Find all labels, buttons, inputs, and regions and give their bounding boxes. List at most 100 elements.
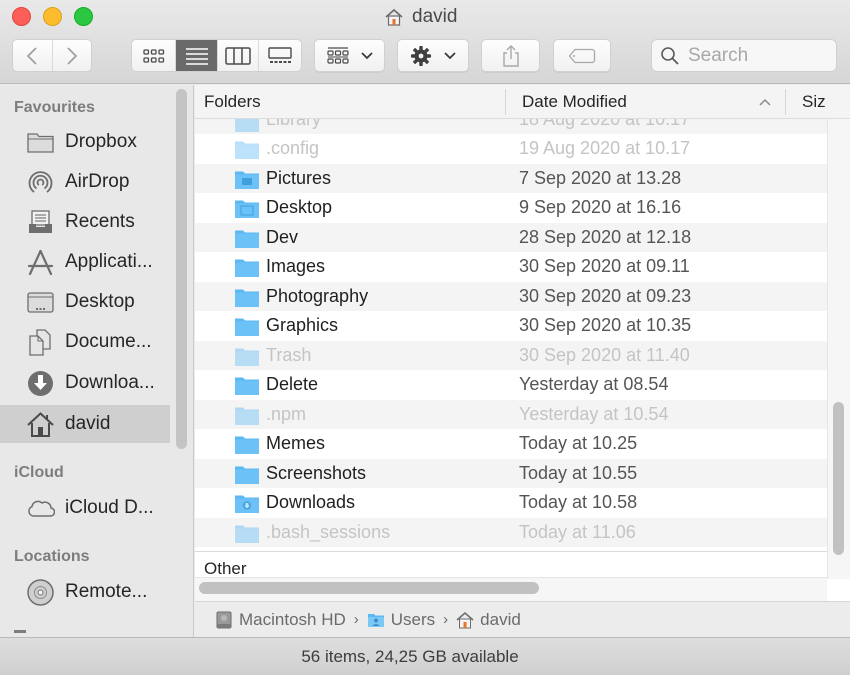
sidebar-item-downloads[interactable]: Downloa...: [0, 364, 170, 402]
folder-row[interactable]: Library 18 Aug 2020 at 10.17: [195, 119, 827, 134]
folder-name: .npm: [266, 403, 307, 424]
sidebar-item-remote-disc[interactable]: Remote...: [0, 573, 170, 611]
folder-row[interactable]: .bash_sessions Today at 11.06: [195, 517, 827, 547]
airdrop-icon: [28, 170, 53, 193]
downloads-folder-icon: [235, 494, 259, 513]
folder-icon: [235, 288, 259, 307]
group-by-button[interactable]: [314, 39, 385, 72]
folder-row[interactable]: Downloads Today at 10.58: [195, 488, 827, 518]
search-input[interactable]: [688, 44, 828, 67]
horizontal-scrollbar-thumb[interactable]: [199, 582, 539, 594]
gallery-view-button[interactable]: [259, 40, 301, 71]
sidebar-item-applications[interactable]: Applicati...: [0, 243, 170, 281]
sidebar-item-label: Dropbox: [65, 131, 137, 152]
users-folder-icon: [367, 613, 384, 627]
folder-row[interactable]: .npm Yesterday at 10.54: [195, 399, 827, 429]
folder-icon: [235, 465, 259, 484]
path-crumb-label: Macintosh HD: [239, 609, 346, 629]
folder-name: Desktop: [266, 197, 333, 218]
column-header-name[interactable]: Folders: [204, 92, 261, 112]
list-icon: [185, 47, 208, 65]
folder-name: Photography: [266, 285, 369, 306]
window-title: david: [384, 5, 457, 29]
sidebar-scrollbar[interactable]: [176, 89, 187, 449]
folder-row[interactable]: Trash 30 Sep 2020 at 11.40: [195, 340, 827, 370]
folder-date-modified: 30 Sep 2020 at 10.35: [519, 315, 692, 336]
column-divider[interactable]: [785, 89, 786, 115]
list-view-button[interactable]: [176, 40, 218, 71]
folder-icon: [235, 406, 259, 425]
sidebar-item-desktop[interactable]: Desktop: [0, 283, 170, 321]
column-header-size[interactable]: Siz: [802, 92, 826, 112]
chevron-up-icon[interactable]: [759, 98, 771, 106]
action-menu-button[interactable]: [397, 39, 469, 72]
folder-row[interactable]: Images 30 Sep 2020 at 09.11: [195, 252, 827, 282]
folder-row[interactable]: Graphics 30 Sep 2020 at 10.35: [195, 311, 827, 341]
folder-row[interactable]: Dev 28 Sep 2020 at 12.18: [195, 222, 827, 252]
folder-icon: [27, 132, 54, 153]
folder-date-modified: Yesterday at 10.54: [519, 403, 669, 424]
folder-icon: [235, 376, 259, 395]
column-divider[interactable]: [505, 89, 506, 115]
sidebar-item-recents[interactable]: Recents: [0, 203, 170, 241]
sidebar-heading-icloud: iCloud: [14, 464, 64, 481]
path-crumb-david[interactable]: david: [456, 610, 521, 630]
status-bar: 56 items, 24,25 GB available: [0, 637, 850, 675]
sidebar-heading-favourites: Favourites: [14, 99, 95, 116]
sidebar-item-dropbox[interactable]: Dropbox: [0, 123, 170, 161]
folder-name: Graphics: [266, 315, 339, 336]
vertical-scrollbar-thumb[interactable]: [833, 402, 844, 555]
icon-view-button[interactable]: [132, 40, 177, 71]
folder-icon: [235, 435, 259, 454]
path-crumb-macintosh-hd[interactable]: Macintosh HD: [215, 610, 346, 630]
path-crumb-label: david: [480, 609, 521, 629]
folder-name: Library: [266, 119, 322, 129]
folder-icon: [235, 258, 259, 277]
group-separator: [195, 551, 827, 552]
zoom-window-button[interactable]: [74, 7, 93, 26]
sidebar-item-label: iCloud D...: [65, 497, 154, 518]
sidebar-item-airdrop[interactable]: AirDrop: [0, 163, 170, 201]
path-crumb-label: Users: [390, 609, 436, 629]
sidebar: Favourites Dropbox AirDrop Recents Appli…: [0, 85, 194, 637]
search-field[interactable]: [651, 39, 837, 72]
folder-row[interactable]: .config 19 Aug 2020 at 10.17: [195, 134, 827, 164]
folder-icon: [235, 229, 259, 248]
path-bar: Macintosh HD › Users › david: [195, 601, 850, 637]
tag-button[interactable]: [553, 39, 611, 72]
sidebar-item-label: AirDrop: [65, 171, 130, 192]
column-header-date-modified[interactable]: Date Modified: [522, 92, 627, 112]
folder-row[interactable]: Memes Today at 10.25: [195, 429, 827, 459]
gallery-icon: [268, 46, 292, 63]
folder-row[interactable]: Delete Yesterday at 08.54: [195, 370, 827, 400]
pictures-folder-icon: [235, 170, 259, 189]
folder-date-modified: 30 Sep 2020 at 09.23: [519, 285, 692, 306]
forward-button[interactable]: [53, 40, 92, 71]
group-grid-icon: [326, 46, 349, 64]
folder-row[interactable]: Screenshots Today at 10.55: [195, 458, 827, 488]
folder-date-modified: Today at 10.55: [519, 462, 638, 483]
close-window-button[interactable]: [12, 7, 31, 26]
folder-date-modified: 30 Sep 2020 at 09.11: [519, 256, 690, 277]
sidebar-item-david[interactable]: david: [0, 405, 170, 443]
folder-date-modified: 30 Sep 2020 at 11.40: [519, 344, 690, 365]
path-crumb-users[interactable]: Users: [367, 610, 435, 630]
sidebar-item-label: Downloa...: [65, 372, 155, 393]
sidebar-item-icloud-drive[interactable]: iCloud D...: [0, 489, 170, 527]
folder-row[interactable]: Photography 30 Sep 2020 at 09.23: [195, 281, 827, 311]
folder-row[interactable]: Desktop 9 Sep 2020 at 16.16: [195, 193, 827, 223]
sidebar-item-documents[interactable]: Docume...: [0, 323, 170, 361]
back-button[interactable]: [13, 40, 53, 71]
minimize-window-button[interactable]: [43, 7, 62, 26]
folder-date-modified: Today at 11.06: [519, 521, 636, 542]
downloads-icon: [28, 370, 53, 396]
window-toolbar: david: [0, 0, 850, 84]
share-button[interactable]: [481, 39, 540, 72]
tag-icon: [568, 48, 596, 63]
status-text: 56 items, 24,25 GB available: [301, 646, 519, 666]
sidebar-item-label: Remote...: [65, 581, 148, 602]
gear-icon: [411, 45, 431, 66]
folder-icon: [235, 524, 259, 543]
column-view-button[interactable]: [218, 40, 259, 71]
folder-row[interactable]: Pictures 7 Sep 2020 at 13.28: [195, 163, 827, 193]
